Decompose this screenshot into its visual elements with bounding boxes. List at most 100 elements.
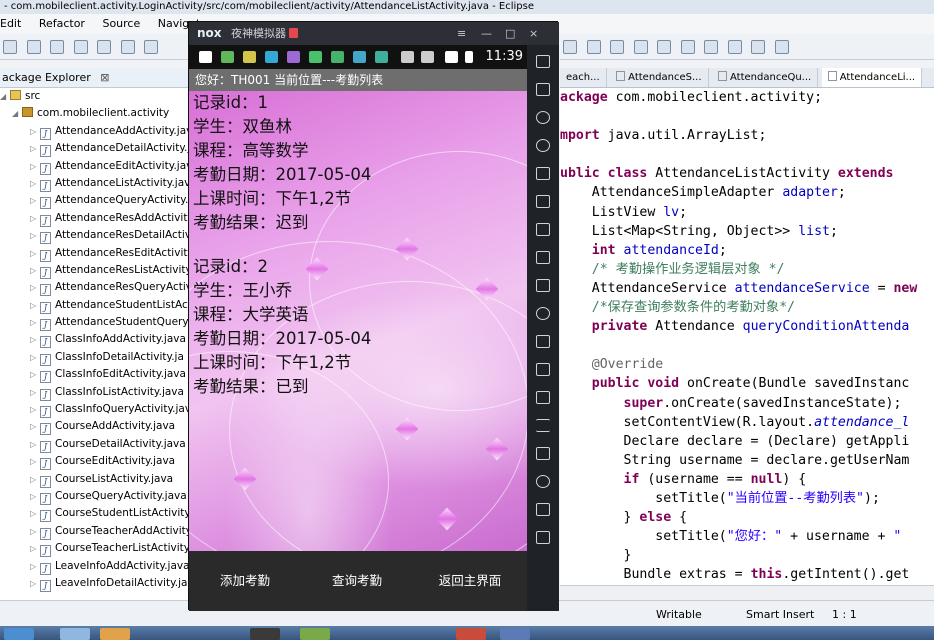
install-apk-icon[interactable]: [536, 279, 550, 292]
scissors-icon[interactable]: [536, 111, 550, 124]
taskbar-app-icon[interactable]: [456, 628, 486, 640]
expand-arrow-icon[interactable]: ▷: [30, 366, 40, 383]
location-icon[interactable]: [536, 139, 550, 152]
tree-file-item[interactable]: ▷ J CourseTeacherAddActivity: [0, 523, 189, 540]
tree-file-item[interactable]: ▷ J CourseTeacherListActivity.: [0, 540, 189, 558]
code-line[interactable]: mport java.util.ArrayList;: [560, 126, 934, 145]
tree-src[interactable]: ◢ src: [0, 88, 189, 105]
close-icon[interactable]: ⊠: [100, 71, 109, 84]
taskbar-app-icon[interactable]: [300, 628, 330, 640]
expand-arrow-icon[interactable]: ▷: [30, 418, 40, 435]
expand-arrow-icon[interactable]: ▷: [30, 523, 40, 540]
maximize-icon[interactable]: □: [505, 22, 515, 45]
fullscreen-icon[interactable]: [536, 195, 550, 208]
code-line[interactable]: setTitle("您好：" + username + ": [560, 527, 934, 546]
add-icon[interactable]: [536, 447, 550, 460]
code-line[interactable]: AttendanceSimpleAdapter adapter;: [560, 183, 934, 202]
expand-arrow-icon[interactable]: ▷: [30, 210, 40, 227]
prev-icon[interactable]: [774, 40, 789, 54]
code-line[interactable]: super.onCreate(savedInstanceState);: [560, 394, 934, 413]
tree-file-item[interactable]: ▷ J ClassInfoDetailActivity.ja: [0, 349, 189, 366]
expand-arrow-icon[interactable]: ▷: [30, 436, 40, 453]
expand-arrow-icon[interactable]: ▷: [30, 279, 40, 296]
code-line[interactable]: /* 考勤操作业务逻辑层对象 */: [560, 260, 934, 279]
editor-tab-active[interactable]: AttendanceLi...: [821, 68, 923, 87]
expand-arrow-icon[interactable]: ▷: [30, 471, 40, 488]
robot-icon[interactable]: [536, 83, 550, 96]
keyboard-icon[interactable]: [536, 55, 550, 68]
format-icon[interactable]: [633, 40, 648, 54]
code-line[interactable]: Bundle extras = this.getIntent().get: [560, 565, 934, 584]
editor-tab[interactable]: AttendanceS...: [610, 68, 709, 87]
code-line[interactable]: private Attendance queryConditionAttenda: [560, 317, 934, 336]
expand-arrow-icon[interactable]: ▷: [30, 175, 40, 192]
tree-file-item[interactable]: ▷ J ClassInfoEditActivity.java: [0, 366, 189, 384]
code-line[interactable]: [560, 107, 934, 126]
volume-down-icon[interactable]: [536, 251, 550, 264]
tree-file-item[interactable]: ▷ J AttendanceQueryActivity.ja: [0, 192, 189, 210]
code-line[interactable]: setContentView(R.layout.attendance_l: [560, 413, 934, 432]
back-icon[interactable]: [536, 475, 550, 488]
tree-file-item[interactable]: ▷ J AttendanceStudentQuery/: [0, 314, 189, 332]
save-icon[interactable]: [26, 40, 41, 54]
menu-edit[interactable]: Edit: [0, 17, 21, 30]
tree-file-item[interactable]: ▷ J AttendanceResListActivity.: [0, 262, 189, 279]
tree-package[interactable]: ◢ com.mobileclient.activity: [0, 105, 189, 122]
tree-file-item[interactable]: ▷ J AttendanceListActivity.java: [0, 175, 189, 192]
taskbar-app-icon[interactable]: [60, 628, 90, 640]
expand-arrow-icon[interactable]: ▷: [30, 245, 40, 262]
multi-instance-icon[interactable]: [536, 391, 550, 404]
tree-file-item[interactable]: ▷ J AttendanceEditActivity.java: [0, 158, 189, 175]
taskbar-app-icon[interactable]: [250, 628, 280, 640]
tree-file-item[interactable]: ▷ J ClassInfoAddActivity.java: [0, 331, 189, 349]
volume-up-icon[interactable]: [536, 223, 550, 236]
query-attendance-button[interactable]: 查询考勤: [301, 551, 413, 611]
code-line[interactable]: AttendanceService attendanceService = ne…: [560, 279, 934, 298]
expand-arrow-icon[interactable]: ▷: [30, 401, 40, 418]
save-all-icon[interactable]: [50, 40, 64, 54]
tree-file-item[interactable]: ▷ J AttendanceResQueryActiv: [0, 279, 189, 297]
tree-file-item[interactable]: ▷ J LeaveInfoAddActivity.java: [0, 558, 189, 575]
tree-file-item[interactable]: ▷ J ClassInfoListActivity.java: [0, 384, 189, 401]
expand-arrow-icon[interactable]: ▷: [30, 262, 40, 279]
add-attendance-button[interactable]: 添加考勤: [189, 551, 301, 611]
code-line[interactable]: } else {: [560, 508, 934, 527]
tree-file-item[interactable]: ▷ J ClassInfoQueryActivity.jav: [0, 401, 189, 419]
tree-file-item[interactable]: ▷ J LeaveInfoDetailActivity.jav: [0, 575, 189, 592]
code-line[interactable]: int attendanceId;: [560, 241, 934, 260]
tree-file-item[interactable]: ▷ J AttendanceAddActivity.java: [0, 123, 189, 140]
shake-icon[interactable]: [536, 307, 550, 320]
back-icon[interactable]: [704, 40, 718, 54]
import-icon[interactable]: [97, 40, 111, 54]
forward-icon[interactable]: [727, 40, 742, 54]
code-line[interactable]: [560, 145, 934, 164]
code-editor[interactable]: ackage com.mobileclient.activity; mport j…: [560, 88, 934, 600]
export-icon[interactable]: [120, 40, 135, 54]
code-line[interactable]: @Override: [560, 355, 934, 374]
code-line[interactable]: }: [560, 546, 934, 565]
recorder-icon[interactable]: [536, 363, 550, 376]
collapse-arrow-icon[interactable]: ◢: [0, 88, 10, 105]
expand-arrow-icon[interactable]: ▷: [30, 453, 40, 470]
tree-file-item[interactable]: ▷ J CourseListActivity.java: [0, 471, 189, 488]
screen-icon[interactable]: [536, 167, 550, 180]
expand-arrow-icon[interactable]: ▷: [30, 558, 40, 575]
home-icon[interactable]: [536, 503, 550, 516]
package-explorer-tab[interactable]: ackage Explorer ⊠: [0, 68, 189, 88]
expand-arrow-icon[interactable]: ▷: [30, 540, 40, 557]
checkbox-icon[interactable]: [144, 40, 158, 54]
code-line[interactable]: String username = declare.getUserNam: [560, 451, 934, 470]
expand-arrow-icon[interactable]: ▷: [30, 575, 40, 592]
taskbar-app-icon[interactable]: [100, 628, 130, 640]
tree-file-item[interactable]: ▷ J AttendanceResDetailActivi: [0, 227, 189, 245]
expand-arrow-icon[interactable]: ▷: [30, 140, 40, 157]
tree-file-item[interactable]: ▷ J CourseQueryActivity.java: [0, 488, 189, 505]
expand-arrow-icon[interactable]: ▷: [30, 314, 40, 331]
expand-arrow-icon[interactable]: ▷: [30, 384, 40, 401]
expand-arrow-icon[interactable]: ▷: [30, 192, 40, 209]
search-icon[interactable]: [563, 40, 577, 54]
next-icon[interactable]: [751, 40, 765, 54]
tree-file-item[interactable]: ▷ J AttendanceResEditActivity: [0, 245, 189, 262]
code-line[interactable]: ublic class AttendanceListActivity exten…: [560, 164, 934, 183]
attendance-list[interactable]: 记录id：1 学生：双鱼林 课程：高等数学 考勤日期：2017-05-04 上课时间：下…: [189, 91, 527, 551]
